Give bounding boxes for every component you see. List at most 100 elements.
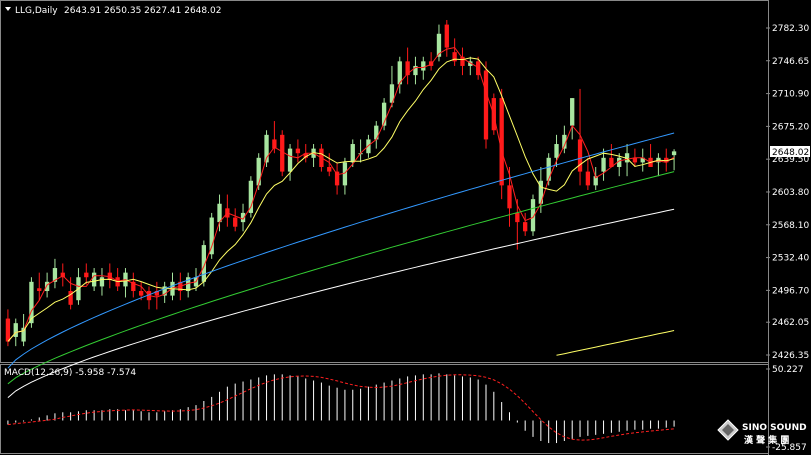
- bear-candle: [444, 20, 449, 57]
- bull-candle: [671, 149, 677, 171]
- price-tick-label: 2568.10: [772, 221, 809, 231]
- bull-candle: [468, 56, 473, 76]
- logo-brand-text: SINO SOUND: [742, 423, 807, 433]
- bull-candle: [186, 272, 191, 298]
- candle-body: [37, 288, 42, 292]
- candle-body: [483, 70, 489, 140]
- bear-candle: [405, 47, 410, 85]
- candle-body: [280, 134, 285, 172]
- bear-candle: [37, 272, 42, 301]
- price-tick-label: 2710.90: [772, 90, 809, 100]
- bull-candle: [350, 139, 355, 167]
- price-tick-label: 2782.30: [772, 24, 809, 34]
- candle-body: [44, 281, 50, 292]
- candle-body: [601, 157, 606, 172]
- bull-candle: [287, 144, 293, 181]
- price-tick-label: 2532.40: [772, 254, 809, 264]
- candle-body: [515, 212, 520, 223]
- candle-body: [84, 272, 89, 278]
- bull-candle: [311, 144, 316, 167]
- price-axis-ticks: 2782.302746.652710.902675.202639.502603.…: [766, 24, 809, 361]
- bull-candle: [421, 56, 426, 80]
- bear-candle: [131, 272, 136, 298]
- macd-signal-line: [7, 374, 675, 441]
- ma-blue-line: [7, 132, 675, 369]
- bear-candle: [280, 130, 285, 177]
- candle-group: [5, 20, 677, 347]
- macd-label: MACD(12,26,9) -5.958 -7.574: [4, 368, 136, 378]
- current-price-label: 2648.02: [772, 148, 809, 158]
- symbol-label: LLG,Daily: [15, 6, 58, 16]
- bear-candle: [84, 263, 89, 285]
- bear-candle: [585, 157, 591, 190]
- candle-body: [507, 185, 512, 209]
- price-tick-label: 2675.20: [772, 122, 809, 132]
- candle-body: [287, 148, 293, 172]
- bear-candle: [60, 263, 65, 287]
- bear-candle: [452, 38, 457, 66]
- candle-body: [546, 157, 551, 181]
- candle-body: [554, 144, 559, 158]
- candle-body: [499, 98, 504, 186]
- candle-body: [233, 217, 238, 227]
- macd-signal-polyline: [7, 374, 675, 441]
- candle-body: [217, 203, 222, 223]
- candle-body: [366, 139, 371, 154]
- bull-candle: [656, 153, 661, 177]
- bull-candle: [358, 139, 363, 163]
- price-tick-label: 2496.70: [772, 286, 809, 296]
- price-chart[interactable]: 2782.302746.652710.902675.202639.502603.…: [0, 0, 811, 455]
- macd-histogram: [7, 373, 675, 444]
- bear-candle: [146, 286, 152, 310]
- candle-body: [444, 24, 449, 48]
- candle-body: [671, 151, 677, 156]
- bull-candle: [593, 166, 598, 190]
- bull-candle: [413, 56, 418, 85]
- ohlc-values: 2643.91 2650.35 2627.41 2648.02: [64, 6, 221, 16]
- candle-body: [295, 148, 301, 154]
- bear-candle: [523, 212, 528, 236]
- bear-candle: [225, 194, 230, 227]
- dropdown-triangle-icon[interactable]: [5, 7, 11, 11]
- price-tick-label: 2462.05: [772, 318, 809, 328]
- bear-candle: [483, 61, 489, 149]
- bear-candle: [115, 268, 120, 292]
- ma-fast-line: [7, 47, 675, 342]
- candle-body: [138, 291, 144, 296]
- current-price-tag: 2648.02: [770, 146, 810, 158]
- candle-body: [256, 157, 261, 186]
- candle-body: [209, 217, 214, 255]
- bull-candle: [209, 212, 214, 259]
- candle-body: [248, 180, 254, 213]
- bull-candle: [640, 148, 645, 172]
- candle-body: [5, 318, 11, 342]
- candle-body: [585, 171, 591, 186]
- bear-candle: [609, 144, 614, 167]
- bear-candle: [334, 162, 340, 195]
- bear-candle: [107, 263, 112, 289]
- bear-candle: [295, 139, 301, 163]
- price-tick-label: 2603.80: [772, 188, 809, 198]
- candle-body: [334, 171, 340, 186]
- candle-body: [350, 144, 355, 163]
- candle-body: [99, 277, 105, 287]
- candle-body: [523, 222, 528, 232]
- bear-candle: [154, 281, 159, 310]
- bull-candle: [91, 268, 97, 292]
- bear-candle: [233, 208, 238, 232]
- logo-chinese-text: 漢 聲 集 團: [744, 434, 789, 446]
- chart-header: LLG,Daily 2643.91 2650.35 2627.41 2648.0…: [5, 6, 221, 16]
- candle-body: [91, 272, 97, 287]
- bear-candle: [5, 309, 11, 347]
- candle-body: [570, 98, 575, 126]
- bear-candle: [515, 199, 520, 250]
- ma-slow-yellow-line: [556, 330, 675, 356]
- bull-candle: [248, 176, 254, 218]
- bull-candle: [123, 268, 128, 298]
- bear-candle: [428, 52, 434, 71]
- bull-candle: [52, 258, 58, 289]
- candle-body: [577, 139, 583, 172]
- bull-candle: [570, 98, 575, 140]
- macd-top-tick: 50.227: [772, 365, 804, 375]
- bull-candle: [374, 121, 379, 149]
